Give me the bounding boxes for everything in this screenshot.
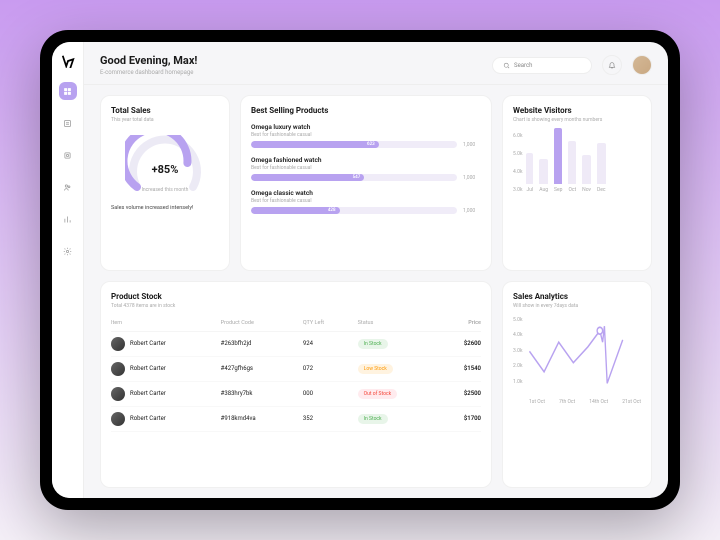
row-code: #918kmd4va [221, 415, 303, 422]
table-row[interactable]: Robert Carter #918kmd4va 352 In Stock $1… [111, 407, 481, 432]
row-qty: 924 [303, 340, 358, 347]
row-price: $2500 [426, 390, 481, 397]
search-input[interactable]: Search [492, 57, 592, 74]
row-name: Robert Carter [130, 390, 166, 397]
sales-gauge: +85% [125, 135, 205, 185]
sales-analytics-card: Sales Analytics Will show in every 7days… [502, 281, 652, 489]
progress-fill: 623 [251, 141, 379, 148]
nav-home-icon[interactable] [59, 82, 77, 100]
card-title: Product Stock [111, 292, 481, 301]
gauge-value: +85% [125, 163, 205, 176]
product-sub: Best for fashionable casual [251, 132, 481, 138]
best-selling-card: Best Selling Products Omega luxury watch… [240, 95, 492, 271]
card-title: Sales Analytics [513, 292, 641, 301]
page-title: Good Evening, Max! [100, 54, 482, 67]
search-icon [503, 62, 510, 69]
status-badge: Low Stock [358, 364, 393, 374]
bar-column: Sep [554, 128, 562, 193]
sales-line-chart: 5.0k4.0k3.0k2.0k1.0k [513, 317, 641, 397]
product-name: Omega classic watch [251, 189, 481, 197]
row-name: Robert Carter [130, 365, 166, 372]
progress-track: 547 [251, 174, 457, 181]
row-qty: 352 [303, 415, 358, 422]
product-name: Omega luxury watch [251, 123, 481, 131]
product-sub: Best for fashionable casual [251, 165, 481, 171]
visitors-bar-chart: Jul Aug Sep Oct Nov Dec [526, 133, 605, 193]
table-header: Item Product Code QTY Left Status Price [111, 315, 481, 332]
progress-max: 1,000 [463, 142, 481, 148]
product-stock-card: Product Stock Total 4378 items are in st… [100, 281, 492, 489]
nav-orders-icon[interactable] [59, 114, 77, 132]
bar-column: Nov [582, 155, 591, 193]
status-badge: In Stock [358, 339, 388, 349]
bar-column: Oct [568, 141, 576, 193]
bar-label: Dec [597, 187, 606, 193]
row-name: Robert Carter [130, 415, 166, 422]
row-price: $1700 [426, 415, 481, 422]
bar-label: Oct [568, 187, 576, 193]
row-code: #427gfh6gs [221, 365, 303, 372]
progress-max: 1,000 [463, 175, 481, 181]
product-item[interactable]: Omega luxury watch Best for fashionable … [251, 123, 481, 148]
card-subtitle: Will show in every 7days data [513, 303, 641, 309]
nav-analytics-icon[interactable] [59, 210, 77, 228]
progress-track: 428 [251, 207, 457, 214]
bar-label: Nov [582, 187, 591, 193]
nav-customers-icon[interactable] [59, 178, 77, 196]
bar [526, 153, 533, 184]
row-avatar [111, 337, 125, 351]
card-title: Total Sales [111, 106, 219, 115]
bar-label: Aug [539, 187, 548, 193]
card-title: Best Selling Products [251, 106, 481, 115]
progress-fill: 547 [251, 174, 364, 181]
table-row[interactable]: Robert Carter #263bfh2jd 924 In Stock $2… [111, 332, 481, 357]
page-subtitle: E-commerce dashboard homepage [100, 69, 482, 76]
row-price: $2600 [426, 340, 481, 347]
product-item[interactable]: Omega fashioned watch Best for fashionab… [251, 156, 481, 181]
bar-column: Dec [597, 143, 606, 193]
table-row[interactable]: Robert Carter #383hry7bk 000 Out of Stoc… [111, 382, 481, 407]
product-item[interactable]: Omega classic watch Best for fashionable… [251, 189, 481, 214]
row-price: $1540 [426, 365, 481, 372]
bar-column: Aug [539, 159, 548, 193]
row-avatar [111, 412, 125, 426]
status-badge: Out of Stock [358, 389, 397, 399]
status-badge: In Stock [358, 414, 388, 424]
bar [597, 143, 606, 184]
product-sub: Best for fashionable casual [251, 198, 481, 204]
card-subtitle: Total 4378 items are in stock [111, 303, 481, 309]
bar-label: Jul [526, 187, 533, 193]
bar [568, 141, 576, 184]
bar [582, 155, 591, 184]
row-name: Robert Carter [130, 340, 166, 347]
row-avatar [111, 362, 125, 376]
row-qty: 000 [303, 390, 358, 397]
bar-column: Jul [526, 153, 533, 193]
total-sales-card: Total Sales This year total data +85% In… [100, 95, 230, 271]
row-code: #263bfh2jd [221, 340, 303, 347]
row-qty: 072 [303, 365, 358, 372]
progress-fill: 428 [251, 207, 340, 214]
bar-label: Sep [554, 187, 562, 193]
bar [554, 128, 562, 184]
header: Good Evening, Max! E-commerce dashboard … [84, 42, 668, 85]
table-row[interactable]: Robert Carter #427gfh6gs 072 Low Stock $… [111, 357, 481, 382]
card-title: Website Visitors [513, 106, 641, 115]
logo-icon [61, 54, 75, 68]
sidebar [52, 42, 84, 498]
avatar[interactable] [632, 55, 652, 75]
progress-max: 1,000 [463, 208, 481, 214]
notifications-button[interactable] [602, 55, 622, 75]
bar [539, 159, 548, 184]
card-subtitle: This year total data [111, 117, 219, 123]
progress-track: 623 [251, 141, 457, 148]
nav-settings-icon[interactable] [59, 242, 77, 260]
product-name: Omega fashioned watch [251, 156, 481, 164]
row-code: #383hry7bk [221, 390, 303, 397]
nav-products-icon[interactable] [59, 146, 77, 164]
visitors-card: Website Visitors Chart is showing every … [502, 95, 652, 271]
bell-icon [608, 61, 616, 69]
row-avatar [111, 387, 125, 401]
